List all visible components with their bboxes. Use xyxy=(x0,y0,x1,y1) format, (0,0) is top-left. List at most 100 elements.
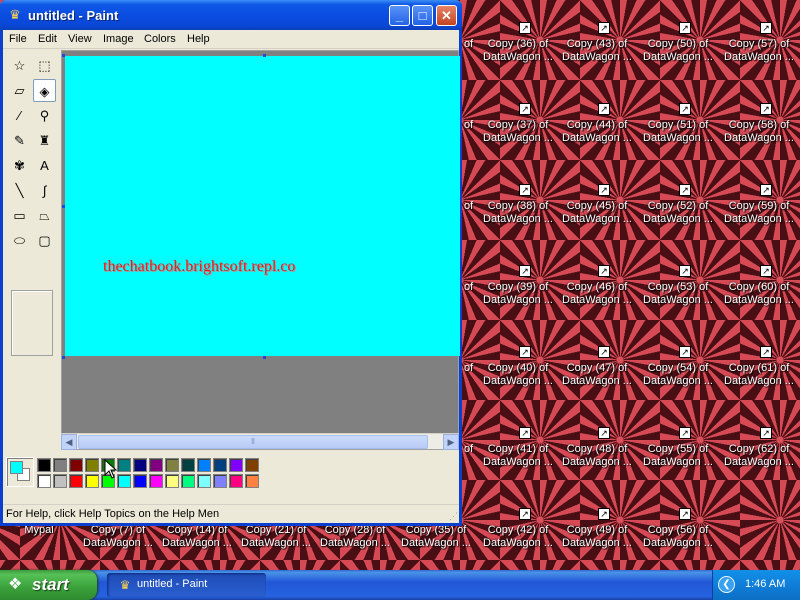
resize-handle-left[interactable] xyxy=(62,205,65,208)
desktop-shortcut[interactable]: ↗ Copy (56) of DataWagon ... xyxy=(639,486,717,566)
desktop-shortcut[interactable]: ↗ Copy (49) of DataWagon ... xyxy=(558,486,636,566)
menu-image[interactable]: Image xyxy=(103,33,134,45)
scroll-thumb[interactable]: ⦀ xyxy=(78,435,428,449)
desktop-shortcut[interactable]: ↗ Copy (54) of DataWagon ... xyxy=(639,324,717,404)
desktop-shortcut[interactable]: ↗ Copy (41) of DataWagon ... xyxy=(479,405,557,485)
scroll-left-button[interactable]: ◀ xyxy=(61,434,77,450)
desktop-shortcut[interactable]: ↗ Copy (42) of DataWagon ... xyxy=(479,486,557,566)
palette-color-swatch[interactable] xyxy=(133,458,147,472)
palette-color-swatch[interactable] xyxy=(165,458,179,472)
tool-options-box[interactable] xyxy=(11,290,53,356)
menu-help[interactable]: Help xyxy=(187,33,210,45)
palette-color-swatch[interactable] xyxy=(69,458,83,472)
scroll-right-button[interactable]: ▶ xyxy=(443,434,459,450)
palette-color-swatch[interactable] xyxy=(229,458,243,472)
tool-ellipse-icon[interactable]: ⬭ xyxy=(8,229,31,252)
minimize-button[interactable]: _ xyxy=(389,5,410,26)
desktop-shortcut[interactable]: ↗ Copy (51) of DataWagon ... xyxy=(639,81,717,161)
menu-file[interactable]: File xyxy=(9,33,27,45)
tool-rectangle-icon[interactable]: ▭ xyxy=(8,204,31,227)
close-button[interactable]: ✕ xyxy=(436,5,457,26)
desktop-shortcut[interactable]: ↗ Copy (52) of DataWagon ... xyxy=(639,162,717,242)
desktop-shortcut[interactable]: ↗ Copy (58) of DataWagon ... xyxy=(720,81,798,161)
palette-color-swatch[interactable] xyxy=(53,474,67,488)
desktop-shortcut[interactable]: ↗ Copy (37) of DataWagon ... xyxy=(479,81,557,161)
palette-color-swatch[interactable] xyxy=(85,458,99,472)
menu-edit[interactable]: Edit xyxy=(38,33,57,45)
palette-color-swatch[interactable] xyxy=(229,474,243,488)
palette-color-swatch[interactable] xyxy=(213,474,227,488)
tool-curve-icon[interactable]: ∫ xyxy=(33,179,56,202)
resize-handle-top[interactable] xyxy=(263,54,266,57)
desktop-shortcut[interactable]: ↗ Copy (47) of DataWagon ... xyxy=(558,324,636,404)
desktop-shortcut[interactable]: ↗ Copy (50) of DataWagon ... xyxy=(639,0,717,80)
desktop-shortcut[interactable]: ↗ Copy (62) of DataWagon ... xyxy=(720,405,798,485)
palette-color-swatch[interactable] xyxy=(69,474,83,488)
palette-color-swatch[interactable] xyxy=(213,458,227,472)
palette-color-swatch[interactable] xyxy=(85,474,99,488)
desktop-shortcut[interactable]: ↗ Copy (60) of DataWagon ... xyxy=(720,243,798,323)
palette-color-swatch[interactable] xyxy=(149,458,163,472)
desktop-shortcut[interactable]: ↗ Copy (38) of DataWagon ... xyxy=(479,162,557,242)
desktop-shortcut[interactable]: ↗ Copy (45) of DataWagon ... xyxy=(558,162,636,242)
desktop-shortcut[interactable]: ↗ Copy (53) of DataWagon ... xyxy=(639,243,717,323)
drawing-canvas[interactable]: thechatbook.brightsoft.repl.co xyxy=(65,56,460,356)
tool-select-icon[interactable]: ⬚ xyxy=(33,54,56,77)
tool-free-form-select-icon[interactable]: ☆ xyxy=(8,54,31,77)
tool-pick-color-icon[interactable]: ⁄ xyxy=(8,104,31,127)
tool-magnifier-icon[interactable]: ⚲ xyxy=(33,104,56,127)
title-bar[interactable]: ♛ untitled - Paint _ □ ✕ xyxy=(0,0,462,30)
palette-color-swatch[interactable] xyxy=(197,474,211,488)
desktop-shortcut[interactable]: ↗ Copy (43) of DataWagon ... xyxy=(558,0,636,80)
palette-color-swatch[interactable] xyxy=(181,458,195,472)
palette-color-swatch[interactable] xyxy=(117,474,131,488)
desktop-shortcut[interactable]: ↗ Copy (46) of DataWagon ... xyxy=(558,243,636,323)
palette-color-swatch[interactable] xyxy=(149,474,163,488)
tool-rounded-rectangle-icon[interactable]: ▢ xyxy=(33,229,56,252)
palette-color-swatch[interactable] xyxy=(133,474,147,488)
resize-grip-icon[interactable]: ⋰ xyxy=(446,510,458,522)
desktop-shortcut[interactable]: ↗ Copy (55) of DataWagon ... xyxy=(639,405,717,485)
resize-handle-bottom-left[interactable] xyxy=(62,356,65,359)
palette-color-swatch[interactable] xyxy=(37,458,51,472)
tool-eraser-icon[interactable]: ▱ xyxy=(8,79,31,102)
desktop-shortcut[interactable]: ↗ Copy (48) of DataWagon ... xyxy=(558,405,636,485)
maximize-button[interactable]: □ xyxy=(412,5,433,26)
palette-color-swatch[interactable] xyxy=(245,474,259,488)
paint-window[interactable]: ♛ untitled - Paint _ □ ✕ File Edit View Ima… xyxy=(0,0,462,526)
palette-color-swatch[interactable] xyxy=(53,458,67,472)
tool-line-icon[interactable]: ╲ xyxy=(8,179,31,202)
color-palette xyxy=(3,454,459,494)
menu-view[interactable]: View xyxy=(68,33,92,45)
palette-color-swatch[interactable] xyxy=(197,458,211,472)
resize-handle-bottom[interactable] xyxy=(263,356,266,359)
palette-color-swatch[interactable] xyxy=(37,474,51,488)
desktop-shortcut[interactable]: ↗ Copy (36) of DataWagon ... xyxy=(479,0,557,80)
tool-brush-icon[interactable]: ♜ xyxy=(33,129,56,152)
horizontal-scrollbar[interactable]: ◀ ⦀ ▶ xyxy=(61,433,459,450)
tool-pencil-icon[interactable]: ✎ xyxy=(8,129,31,152)
show-hidden-icons-icon[interactable]: ❮ xyxy=(718,576,735,593)
paint-task-icon: ♛ xyxy=(119,578,131,592)
resize-handle-top-left[interactable] xyxy=(62,54,65,57)
desktop-shortcut[interactable]: ↗ Copy (44) of DataWagon ... xyxy=(558,81,636,161)
palette-color-swatch[interactable] xyxy=(117,458,131,472)
tool-airbrush-icon[interactable]: ✾ xyxy=(8,154,31,177)
palette-color-swatch[interactable] xyxy=(165,474,179,488)
tool-fill-with-color-icon[interactable]: ◈ xyxy=(33,79,56,102)
start-button[interactable]: ❖ start xyxy=(0,570,97,600)
desktop-shortcut[interactable]: ↗ Copy (57) of DataWagon ... xyxy=(720,0,798,80)
tool-text-icon[interactable]: A xyxy=(33,154,56,177)
desktop-shortcut[interactable]: ↗ Copy (39) of DataWagon ... xyxy=(479,243,557,323)
tool-polygon-icon[interactable]: ⏢ xyxy=(33,204,56,227)
palette-color-swatch[interactable] xyxy=(181,474,195,488)
desktop-icon-label-partial: of xyxy=(464,281,474,293)
desktop-icon-label: Copy (49) of DataWagon ... xyxy=(562,524,632,549)
desktop-shortcut[interactable]: ↗ Copy (61) of DataWagon ... xyxy=(720,324,798,404)
desktop-shortcut[interactable]: ↗ Copy (59) of DataWagon ... xyxy=(720,162,798,242)
menu-colors[interactable]: Colors xyxy=(144,33,176,45)
foreground-color-swatch[interactable] xyxy=(10,461,23,474)
taskbar-button-paint[interactable]: ♛ untitled - Paint xyxy=(107,573,266,597)
desktop-shortcut[interactable]: ↗ Copy (40) of DataWagon ... xyxy=(479,324,557,404)
palette-color-swatch[interactable] xyxy=(245,458,259,472)
